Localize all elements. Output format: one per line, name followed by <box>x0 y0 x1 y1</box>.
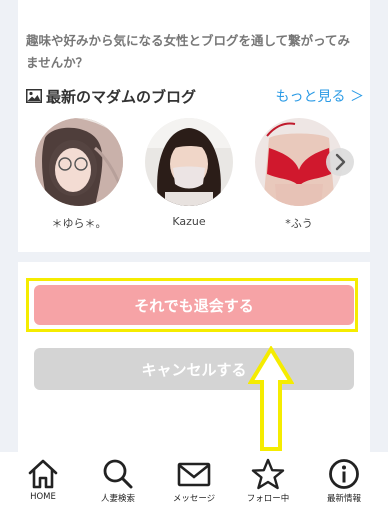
nav-label: フォロー中 <box>246 494 290 504</box>
mail-icon <box>177 462 211 487</box>
home-icon <box>28 459 58 489</box>
blog-author-name: Kazue <box>172 215 206 228</box>
up-arrow-annotation <box>248 346 294 451</box>
cancel-button[interactable]: キャンセルする <box>34 348 354 390</box>
blog-author-name: *ふう <box>285 217 313 230</box>
nav-label: HOME <box>30 492 56 502</box>
blog-avatar-carousel: ＊ゆら＊。 Kazue *ふう <box>26 118 366 234</box>
intro-text: 趣味や好みから気になる女性とブログを通して繋がってみませんか？ <box>26 33 351 70</box>
blog-section-header: 最新のマダムのブログ もっと見る ＞ <box>26 86 364 108</box>
nav-following[interactable]: フォロー中 <box>232 452 304 516</box>
nav-news[interactable]: 最新情報 <box>308 452 380 516</box>
blog-author-item[interactable]: ＊ゆら＊。 <box>34 118 124 230</box>
info-icon <box>329 459 359 489</box>
star-icon <box>251 458 285 490</box>
nav-label: 最新情報 <box>326 494 361 504</box>
nav-messages[interactable]: メッセージ <box>158 452 230 516</box>
nav-label: メッセージ <box>172 494 216 504</box>
chevron-right-icon <box>335 153 346 171</box>
avatar[interactable] <box>145 118 233 206</box>
nav-label: 人妻検索 <box>100 494 135 504</box>
bottom-navigation: HOME 人妻検索 メッセージ フォロー中 最新情報 <box>0 452 388 516</box>
see-more-link[interactable]: もっと見る ＞ <box>276 86 364 106</box>
avatar[interactable] <box>35 118 123 206</box>
blog-author-name: ＊ゆら＊。 <box>51 217 107 230</box>
nav-home[interactable]: HOME <box>7 452 79 516</box>
image-icon <box>26 89 42 103</box>
blog-section-title: 最新のマダムのブログ <box>46 88 197 106</box>
carousel-next-button[interactable] <box>326 148 354 176</box>
blog-author-item[interactable]: Kazue <box>144 118 234 229</box>
withdraw-button[interactable]: それでも退会する <box>34 285 354 325</box>
nav-search[interactable]: 人妻検索 <box>82 452 154 516</box>
search-icon <box>103 459 133 489</box>
